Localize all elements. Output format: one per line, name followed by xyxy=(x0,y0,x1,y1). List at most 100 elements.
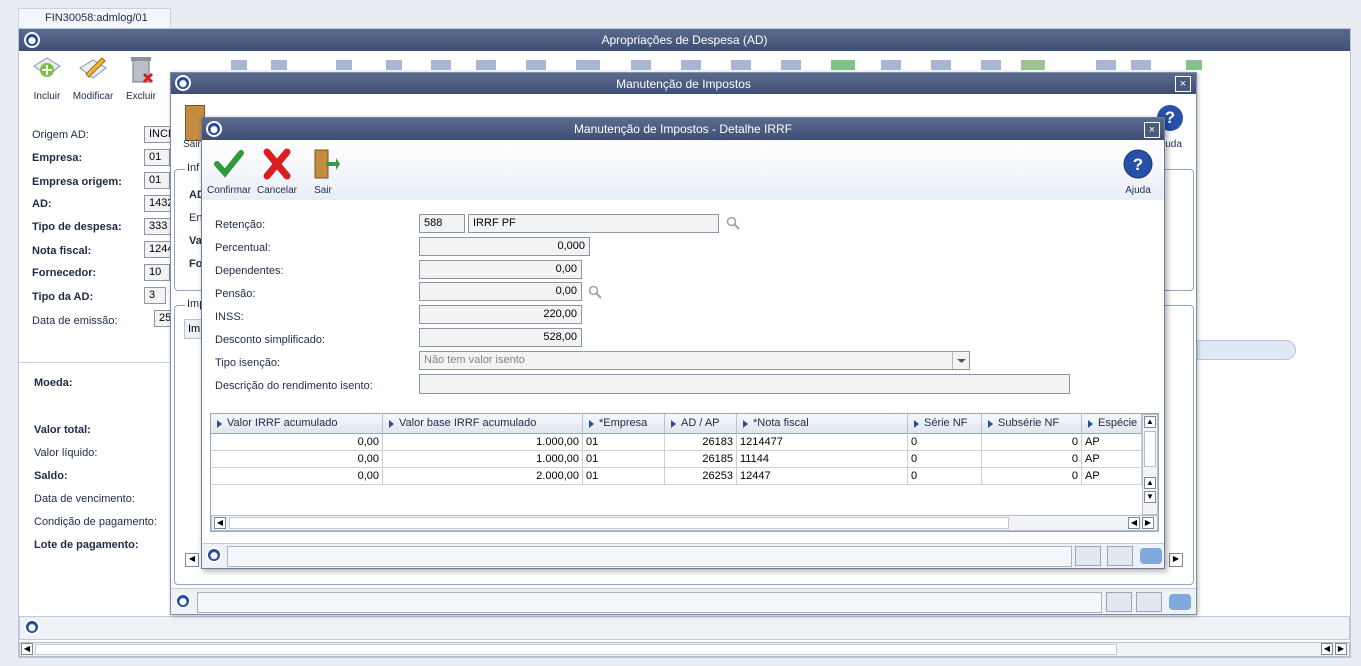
impostos-resize-button[interactable] xyxy=(1106,592,1132,612)
impostos-scroll-left-icon[interactable]: ◀ xyxy=(185,553,199,567)
detalhe-status-input[interactable] xyxy=(227,546,1072,567)
grid-cell[interactable]: 01 xyxy=(583,434,665,451)
tipo-isencao-value: Não tem valor isento xyxy=(424,354,525,366)
grid-cell[interactable]: 0 xyxy=(908,468,982,485)
data-emissao-label: Data de emissão: xyxy=(32,315,118,327)
dependentes-label: Dependentes: xyxy=(215,265,284,277)
ajuda-button[interactable]: ? Ajuda xyxy=(1113,148,1163,196)
desconto-simplificado-field[interactable]: 528,00 xyxy=(419,328,582,347)
cancelar-label: Cancelar xyxy=(256,185,298,196)
grid-cell[interactable]: 0 xyxy=(982,434,1082,451)
irrf-grid-hscrollbar[interactable]: ◀ ◀ ▶ xyxy=(211,515,1158,531)
grid-scroll-right-icon[interactable]: ▶ xyxy=(1142,517,1154,529)
grid-header[interactable]: Subsérie NF xyxy=(982,414,1082,434)
grid-header[interactable]: Série NF xyxy=(908,414,982,434)
tipo-ad-field[interactable]: 3 xyxy=(144,287,166,304)
impostos-status-input[interactable] xyxy=(197,592,1102,613)
pensao-field[interactable]: 0,00 xyxy=(419,282,582,301)
pensao-search-icon[interactable] xyxy=(588,285,602,299)
grid-cell[interactable]: 0 xyxy=(908,451,982,468)
percentual-label: Percentual: xyxy=(215,242,271,254)
app-logo-icon xyxy=(24,32,40,48)
grid-cell[interactable]: AP xyxy=(1082,434,1142,451)
grid-scroll-up-icon[interactable]: ▲ xyxy=(1144,416,1156,428)
main-scroll-left-icon[interactable]: ◀ xyxy=(21,643,33,655)
grid-scroll-left-icon[interactable]: ◀ xyxy=(214,517,226,529)
main-titlebar: Apropriações de Despesa (AD) xyxy=(19,29,1350,51)
grid-cell[interactable]: AP xyxy=(1082,451,1142,468)
grid-header[interactable]: AD / AP xyxy=(665,414,737,434)
inss-label: INSS: xyxy=(215,311,244,323)
main-scroll-thumb[interactable] xyxy=(35,644,1117,655)
program-tab[interactable]: FIN30058:admlog/01 xyxy=(18,8,171,28)
grid-cell[interactable]: 0,00 xyxy=(211,434,383,451)
grid-cell[interactable]: 0,00 xyxy=(211,468,383,485)
grid-cell[interactable]: 26185 xyxy=(665,451,737,468)
detalhe-chat-icon[interactable] xyxy=(1140,548,1162,564)
detalhe-resize-button[interactable] xyxy=(1075,546,1101,566)
grid-header[interactable]: *Empresa xyxy=(583,414,665,434)
cancelar-button[interactable]: Cancelar xyxy=(252,148,302,196)
grid-header[interactable]: *Nota fiscal xyxy=(737,414,908,434)
grid-cell[interactable]: 0,00 xyxy=(211,451,383,468)
grid-cell[interactable]: 2.000,00 xyxy=(383,468,583,485)
dependentes-field[interactable]: 0,00 xyxy=(419,260,582,279)
grid-cell[interactable]: 0 xyxy=(982,468,1082,485)
percentual-field[interactable]: 0,000 xyxy=(419,237,590,256)
program-tab-label: FIN30058:admlog/01 xyxy=(45,12,148,24)
grid-cell[interactable]: 0 xyxy=(982,451,1082,468)
grid-scroll-down-icon[interactable]: ▼ xyxy=(1144,491,1156,503)
detalhe-print-button[interactable] xyxy=(1107,546,1133,566)
grid-scroll-up2-icon[interactable]: ▲ xyxy=(1144,477,1156,489)
retencao-search-icon[interactable] xyxy=(726,216,740,230)
detalhe-close-button[interactable]: × xyxy=(1144,122,1160,138)
grid-hscroll-thumb[interactable] xyxy=(229,517,1009,529)
confirmar-button[interactable]: Confirmar xyxy=(204,148,254,196)
help-icon: ? xyxy=(1123,149,1153,179)
grid-header[interactable]: Espécie xyxy=(1082,414,1142,434)
grid-header[interactable]: Valor base IRRF acumulado xyxy=(383,414,583,434)
modificar-label: Modificar xyxy=(72,91,114,102)
grid-cell[interactable]: 1214477 xyxy=(737,434,908,451)
impostos-print-button[interactable] xyxy=(1136,592,1162,612)
grid-cell[interactable]: 0 xyxy=(908,434,982,451)
grid-scroll-left2-icon[interactable]: ◀ xyxy=(1128,517,1140,529)
grid-cell[interactable]: 26253 xyxy=(665,468,737,485)
descricao-isento-field[interactable] xyxy=(419,374,1070,394)
lote-pagamento-label: Lote de pagamento: xyxy=(34,539,139,551)
empresa-origem-field[interactable]: 01 xyxy=(144,172,170,189)
grid-cell[interactable]: AP xyxy=(1082,468,1142,485)
retencao-code-field[interactable]: 588 xyxy=(419,214,465,233)
empresa-field[interactable]: 01 xyxy=(144,149,170,166)
grid-vscroll-thumb[interactable] xyxy=(1144,431,1156,467)
grid-cell[interactable]: 12447 xyxy=(737,468,908,485)
impostos-grid-header: Im xyxy=(184,319,202,339)
impostos-scroll-right-icon[interactable]: ▶ xyxy=(1169,553,1183,567)
main-horizontal-scrollbar[interactable]: ◀ ◀ ▶ xyxy=(19,642,1350,657)
fornecedor-label: Fornecedor: xyxy=(32,267,97,279)
grid-cell[interactable]: 26183 xyxy=(665,434,737,451)
impostos-close-button[interactable]: × xyxy=(1175,76,1191,92)
grid-cell[interactable]: 11144 xyxy=(737,451,908,468)
grid-cell[interactable]: 01 xyxy=(583,468,665,485)
irrf-grid-vscrollbar[interactable]: ▲ ▲ ▼ xyxy=(1142,414,1158,515)
modificar-button[interactable]: Modificar xyxy=(68,54,118,102)
grid-cell[interactable]: 1.000,00 xyxy=(383,451,583,468)
tipo-isencao-dropdown-button[interactable] xyxy=(952,352,969,369)
grid-cell[interactable]: 01 xyxy=(583,451,665,468)
grid-cell[interactable]: 1.000,00 xyxy=(383,434,583,451)
saldo-label: Saldo: xyxy=(34,470,68,482)
inss-field[interactable]: 220,00 xyxy=(419,305,582,324)
main-scroll-right-icon[interactable]: ▶ xyxy=(1335,643,1347,655)
incluir-button[interactable]: Incluir xyxy=(22,54,72,102)
impostos-title: Manutenção de Impostos xyxy=(616,77,751,91)
grid-header[interactable]: Valor IRRF acumulado xyxy=(211,414,383,434)
excluir-button[interactable]: Excluir xyxy=(116,54,166,102)
fornecedor-field[interactable]: 10 xyxy=(144,264,170,281)
main-scroll-left2-icon[interactable]: ◀ xyxy=(1321,643,1333,655)
origem-ad-label: Origem AD: xyxy=(32,129,89,141)
valor-total-label: Valor total: xyxy=(34,424,91,436)
tipo-isencao-select[interactable]: Não tem valor isento xyxy=(419,351,970,370)
sair-button[interactable]: Sair xyxy=(298,148,348,196)
impostos-chat-icon[interactable] xyxy=(1169,594,1191,610)
